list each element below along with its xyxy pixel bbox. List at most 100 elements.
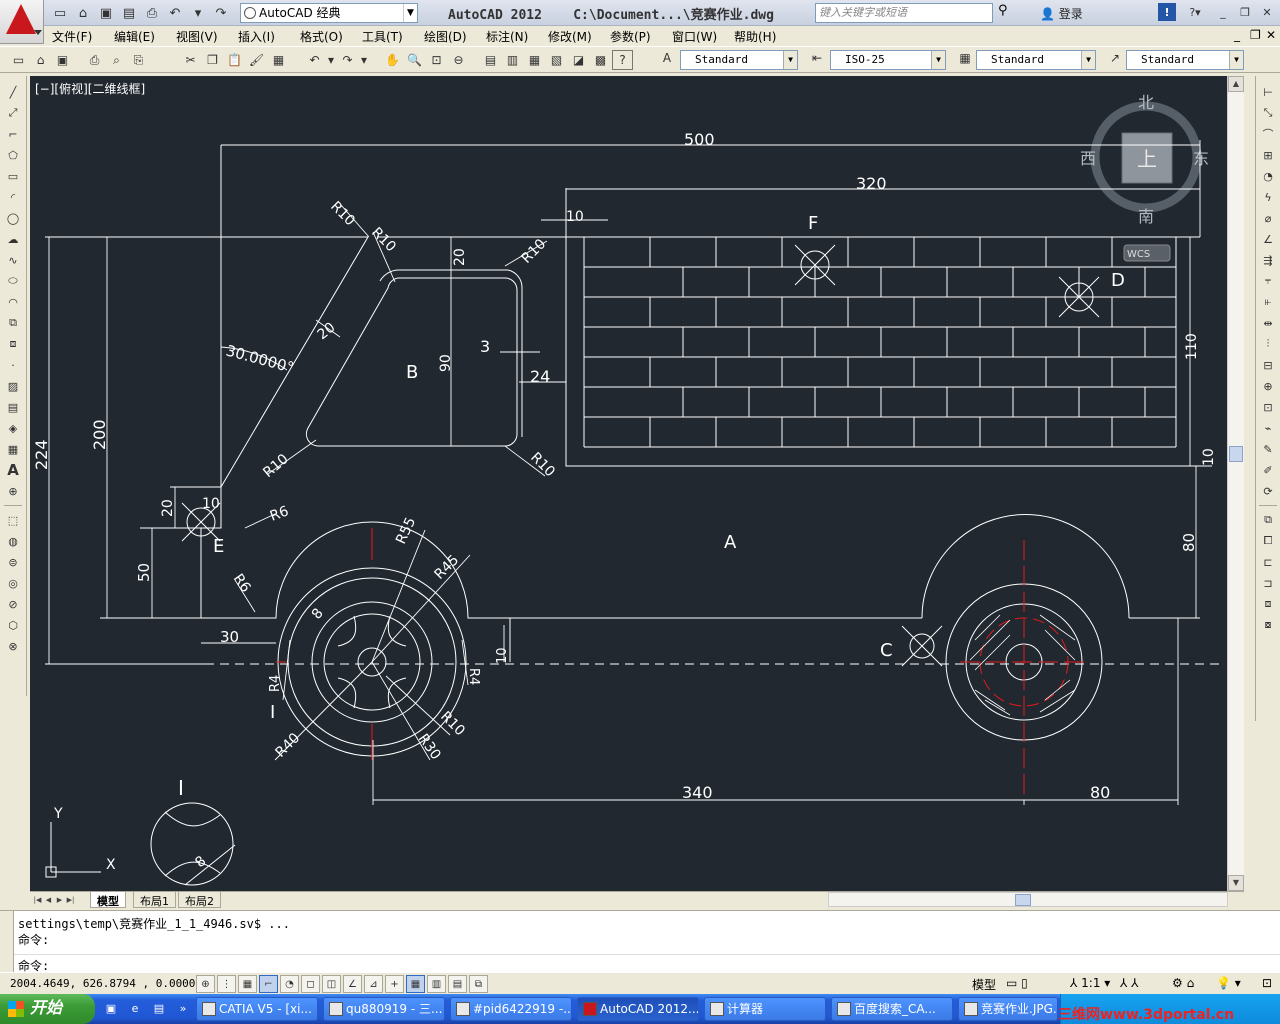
label-i-marker[interactable]: I [270,702,275,723]
draworder-front-icon[interactable]: ⧉ [1258,510,1278,530]
model-space-label[interactable]: 模型 [972,976,996,993]
dim-r45[interactable]: R45 [432,552,463,583]
properties-icon[interactable]: ▤ [480,50,501,70]
publish-icon[interactable]: ⎘ [128,50,149,70]
torus-icon[interactable]: ◎ [3,573,23,593]
center-mark-icon[interactable]: ⊕ [1258,376,1278,396]
dim-20-hood[interactable]: 20 [160,499,176,517]
region-icon[interactable]: ◈ [3,418,23,438]
annotation-visibility-icon[interactable]: ⅄ ⅄ [1120,976,1138,990]
label-e[interactable]: E [213,536,224,557]
redo-icon[interactable]: ↷ [337,50,358,70]
dim-10-hood[interactable]: 10 [202,496,220,512]
binoculars-icon[interactable]: ⚲ [998,3,1008,18]
diameter-dim-icon[interactable]: ⌀ [1258,208,1278,228]
menu-view[interactable]: 视图(V) [176,28,218,45]
dim-30[interactable]: 30 [220,628,239,646]
dim-8-detail[interactable]: 8 [192,853,209,871]
ellipse-icon[interactable]: ⬭ [3,271,23,291]
undo-dropdown-icon[interactable]: ▾ [188,3,208,23]
dim-500[interactable]: 500 [684,130,715,149]
task-baidu[interactable]: 百度搜索_CA... [831,997,953,1021]
spline-icon[interactable]: ∿ [3,250,23,270]
dim-224[interactable]: 224 [32,439,51,470]
draworder-above-icon[interactable]: ⊏ [1258,552,1278,572]
ortho-toggle[interactable]: ⌐ [259,975,278,993]
baseline-icon[interactable]: ⫧ [1258,271,1278,291]
label-detail-i[interactable]: I [178,776,184,800]
undo-icon[interactable]: ↶ [304,50,325,70]
rectangle-icon[interactable]: ▭ [3,166,23,186]
show-desktop-icon[interactable]: ▣ [102,1000,120,1018]
dim-20-window[interactable]: 20 [452,248,468,266]
dim-r10-wheel[interactable]: R10 [437,709,468,740]
undo-icon[interactable]: ↶ [165,3,185,23]
dim-80-rear[interactable]: 80 [1090,783,1110,802]
hatch-icon[interactable]: ▨ [3,376,23,396]
more-icon[interactable]: » [174,1000,192,1018]
tab-layout1[interactable]: 布局1 [133,892,176,908]
menu-window[interactable]: 窗口(W) [672,28,717,45]
point-icon[interactable]: · [3,355,23,375]
horizontal-scrollbar[interactable] [828,892,1228,907]
isolate-objects-icon[interactable]: 💡 ▾ [1216,976,1241,990]
line-icon[interactable]: ╱ [3,82,23,102]
zoom-window-icon[interactable]: ⊡ [426,50,447,70]
command-grip[interactable] [0,911,14,973]
polygon-icon[interactable]: ⬠ [3,145,23,165]
dim-8[interactable]: 8 [309,605,327,622]
task-browser-1[interactable]: qu880919 - 三... [323,997,445,1021]
dim-50[interactable]: 50 [135,563,153,582]
dim-320[interactable]: 320 [856,174,887,193]
infer-constraints-toggle[interactable]: ⊕ [196,975,215,993]
scroll-down-button[interactable]: ▼ [1228,875,1244,891]
dim-3[interactable]: 3 [480,337,490,356]
linear-dim-icon[interactable]: ⊢ [1258,82,1278,102]
grid-toggle[interactable]: ▦ [238,975,257,993]
dim-r30[interactable]: R30 [415,731,444,763]
save-icon[interactable]: ▣ [52,50,73,70]
text-style-icon[interactable]: A [656,51,678,69]
dim-r40[interactable]: R40 [273,730,304,761]
prev-tab-icon[interactable]: ◀ [43,894,54,906]
aligned-dim-icon[interactable]: ⤡ [1258,103,1278,123]
menu-help[interactable]: 帮助(H) [734,28,776,45]
qnew-icon[interactable]: ▭ [8,50,29,70]
doc-close-button[interactable]: ✕ [1266,28,1276,42]
draworder-under-icon[interactable]: ⊐ [1258,573,1278,593]
search-input[interactable]: 键入关键字或短语 [815,3,993,23]
add-selected-icon[interactable]: ⊕ [3,481,23,501]
pan-icon[interactable]: ✋ [382,50,403,70]
orbit-icon[interactable]: ⊘ [3,594,23,614]
tab-model[interactable]: 模型 [90,892,126,908]
snap-toggle[interactable]: ⋮ [217,975,236,993]
menu-modify[interactable]: 修改(M) [548,28,592,45]
dim-200[interactable]: 200 [90,419,109,450]
compass-north[interactable]: 北 [1138,93,1154,112]
first-tab-icon[interactable]: |◀ [32,894,43,906]
dim-r10-e[interactable]: R10 [260,451,291,481]
quick-dim-icon[interactable]: ⇶ [1258,250,1278,270]
cut-icon[interactable]: ✂ [180,50,201,70]
make-block-icon[interactable]: ⧈ [3,334,23,354]
redo-icon[interactable]: ↷ [211,3,231,23]
explorer-icon[interactable]: ▤ [150,1000,168,1018]
polar-toggle[interactable]: ◔ [280,975,299,993]
workspace-select[interactable]: AutoCAD 经典 ▼ [240,3,418,23]
login-link[interactable]: 👤 登录 [1040,5,1083,22]
jogged-linear-icon[interactable]: ⌁ [1258,418,1278,438]
dim-r55[interactable]: R55 [393,515,419,547]
vertical-scrollbar[interactable]: ▲ ▼ [1227,76,1244,891]
dim-r10-d[interactable]: R10 [527,450,558,481]
label-f[interactable]: F [808,213,818,234]
dim-r10-a[interactable]: R10 [327,199,358,230]
polyline-icon[interactable]: ⌐ [3,124,23,144]
print-icon[interactable]: ⎙ [142,3,162,23]
revision-cloud-icon[interactable]: ☁ [3,229,23,249]
tab-layout2[interactable]: 布局2 [178,892,221,908]
dim-10-axle[interactable]: 10 [495,647,510,664]
open-icon[interactable]: ⌂ [30,50,51,70]
save-as-icon[interactable]: ▤ [119,3,139,23]
draworder-back-icon[interactable]: ⧠ [1258,531,1278,551]
dim-text-edit-icon[interactable]: ✐ [1258,460,1278,480]
